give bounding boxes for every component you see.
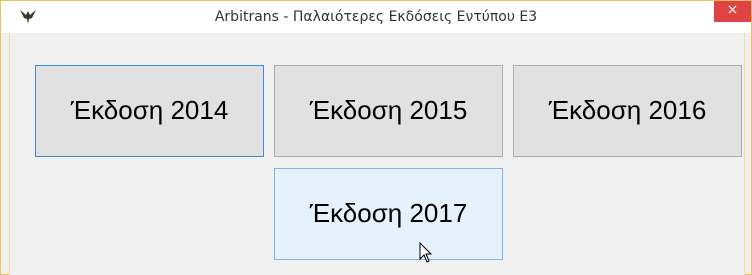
dialog-window: Arbitrans - Παλαιότερες Εκδόσεις Εντύπου…	[0, 0, 752, 275]
title-bar[interactable]: Arbitrans - Παλαιότερες Εκδόσεις Εντύπου…	[1, 1, 751, 33]
edition-2015-button[interactable]: Έκδοση 2015	[274, 65, 503, 157]
mouse-cursor-icon	[419, 242, 433, 263]
edition-2016-button[interactable]: Έκδοση 2016	[513, 65, 742, 157]
close-icon: ×	[726, 2, 739, 18]
close-button[interactable]: ×	[714, 1, 751, 22]
window-title: Arbitrans - Παλαιότερες Εκδόσεις Εντύπου…	[214, 9, 538, 25]
edition-2017-button[interactable]: Έκδοση 2017	[274, 168, 503, 260]
edition-2014-button[interactable]: Έκδοση 2014	[35, 65, 264, 157]
